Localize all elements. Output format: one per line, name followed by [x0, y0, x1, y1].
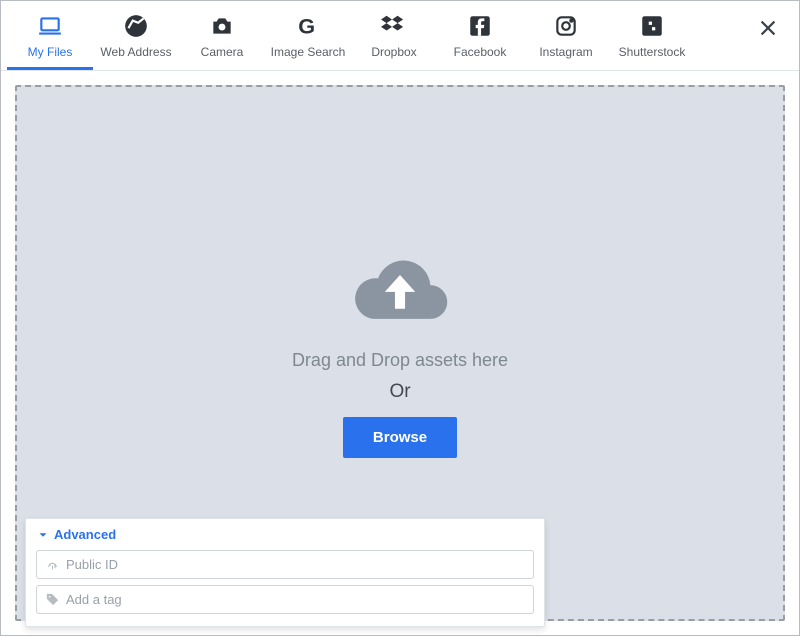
close-button[interactable] [757, 17, 785, 45]
advanced-panel: Advanced [25, 518, 545, 627]
tag-icon [45, 592, 60, 607]
tab-web-address[interactable]: Web Address [93, 9, 179, 70]
tab-label: Facebook [454, 45, 507, 59]
chevron-down-icon [36, 528, 50, 542]
tab-shutterstock[interactable]: Shutterstock [609, 9, 695, 70]
globe-icon [123, 13, 149, 39]
upload-stage: Drag and Drop assets here Or Browse Adva… [1, 71, 799, 635]
camera-icon [209, 13, 235, 39]
advanced-label: Advanced [54, 527, 116, 542]
tab-label: My Files [28, 45, 73, 59]
facebook-icon [467, 13, 493, 39]
instagram-icon [553, 13, 579, 39]
tab-instagram[interactable]: Instagram [523, 9, 609, 70]
tab-camera[interactable]: Camera [179, 9, 265, 70]
browse-button[interactable]: Browse [343, 417, 457, 458]
public-id-field-wrapper [36, 550, 534, 579]
dropbox-icon [381, 13, 407, 39]
tab-image-search[interactable]: G Image Search [265, 9, 351, 70]
dropzone-instruction: Drag and Drop assets here [292, 350, 508, 371]
tab-label: Camera [201, 45, 244, 59]
public-id-input[interactable] [66, 557, 525, 572]
tab-my-files[interactable]: My Files [7, 9, 93, 70]
svg-text:G: G [298, 14, 315, 39]
dropzone-or-label: Or [389, 381, 410, 403]
tab-facebook[interactable]: Facebook [437, 9, 523, 70]
laptop-icon [37, 13, 63, 39]
tab-dropbox[interactable]: Dropbox [351, 9, 437, 70]
tab-label: Shutterstock [619, 45, 686, 59]
google-icon: G [295, 13, 321, 39]
tab-label: Instagram [539, 45, 592, 59]
tag-input[interactable] [66, 592, 525, 607]
upload-widget: My Files Web Address Camera G Image Sear… [0, 0, 800, 636]
source-tabbar: My Files Web Address Camera G Image Sear… [1, 1, 799, 71]
cloud-upload-icon [346, 248, 454, 338]
tab-label: Image Search [271, 45, 346, 59]
tab-label: Dropbox [371, 45, 416, 59]
tag-field-wrapper [36, 585, 534, 614]
advanced-toggle[interactable]: Advanced [36, 527, 534, 542]
fingerprint-icon [45, 557, 60, 572]
shutterstock-icon [639, 13, 665, 39]
tab-label: Web Address [100, 45, 171, 59]
